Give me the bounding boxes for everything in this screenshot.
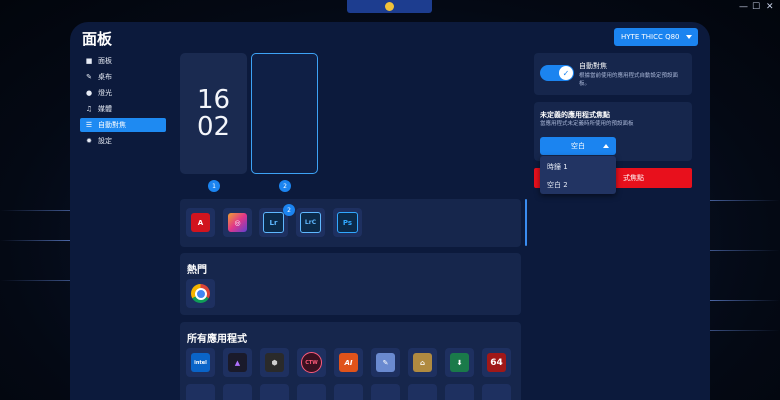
- app-tile-2[interactable]: ▲: [223, 348, 252, 377]
- app-tile-row2[interactable]: [371, 384, 400, 400]
- minimize-button[interactable]: —: [739, 2, 748, 12]
- undefined-focus-panel: 未定義的應用程式焦點 當應用程式未定義時所使用的預設面板 空白: [534, 102, 692, 161]
- acrobat-icon: A: [191, 213, 210, 232]
- screen-preview-2[interactable]: [251, 53, 318, 174]
- app-tile-row2[interactable]: [334, 384, 363, 400]
- triangle-app-icon: ▲: [228, 353, 247, 372]
- sidebar: ■ 面板 ✎ 桌布 ● 燈光 ♫ 媒體 ☰ 自動對焦 ✹ 設定: [80, 54, 166, 150]
- creative-cloud-icon: ◎: [228, 213, 247, 232]
- all-apps-panel: 所有應用程式 intel ▲ ⬢ CTW AI ✎ ⌂ ⬇ 64: [180, 322, 521, 400]
- all-apps-title: 所有應用程式: [187, 334, 247, 345]
- chevron-up-icon: [603, 144, 609, 148]
- page-title: 面板: [82, 30, 113, 48]
- clock-hour: 16: [196, 85, 231, 115]
- hexagon-app-icon: ⬢: [265, 353, 284, 372]
- dropdown-option-blank[interactable]: 空白 2: [547, 180, 568, 190]
- app-tile-photoshop[interactable]: Ps: [333, 208, 362, 237]
- app-tile-row2[interactable]: [260, 384, 289, 400]
- sliders-icon: ☰: [85, 121, 93, 129]
- intel-icon: intel: [191, 353, 210, 372]
- undefined-focus-title: 未定義的應用程式焦點: [540, 111, 610, 119]
- sidebar-item-panel[interactable]: ■ 面板: [80, 54, 166, 68]
- lightroom-icon: Lr: [263, 212, 284, 233]
- titlebar: — ☐ ✕: [0, 0, 780, 14]
- sidebar-item-settings[interactable]: ✹ 設定: [80, 134, 166, 148]
- screen-badge-2: 2: [279, 180, 291, 192]
- scrollbar[interactable]: [525, 199, 527, 246]
- maximize-button[interactable]: ☐: [752, 2, 760, 12]
- chevron-down-icon: [686, 35, 692, 39]
- aida64-icon: 64: [487, 353, 506, 372]
- sidebar-item-lighting[interactable]: ● 燈光: [80, 86, 166, 100]
- bulb-icon: ●: [85, 89, 93, 97]
- sidebar-item-label: 燈光: [98, 89, 112, 97]
- app-tile-ctw[interactable]: CTW: [297, 348, 326, 377]
- sidebar-item-media[interactable]: ♫ 媒體: [80, 102, 166, 116]
- clock-minute: 02: [196, 112, 231, 142]
- device-select[interactable]: HYTE THICC Q80: [614, 28, 698, 46]
- app-tile-row2[interactable]: [445, 384, 474, 400]
- brush-icon: ✎: [86, 73, 92, 81]
- sidebar-item-label: 自動對焦: [98, 121, 126, 129]
- edit-app-icon: ✎: [376, 353, 395, 372]
- popular-apps-panel: 熱門: [180, 253, 521, 315]
- screen-badge-1: 1: [208, 180, 220, 192]
- app-tile-row2[interactable]: [186, 384, 215, 400]
- sidebar-item-label: 媒體: [98, 105, 112, 113]
- music-icon: ♫: [85, 105, 93, 113]
- app-tile-9[interactable]: 64: [482, 348, 511, 377]
- autofocus-title: 自動對焦: [579, 62, 607, 70]
- reset-focus-label: 式焦點: [623, 174, 644, 182]
- default-panel-select-value: 空白: [571, 142, 585, 150]
- autofocus-panel: ✓ 自動對焦 根據當前使用的應用程式自動設定預設面板。: [534, 53, 692, 95]
- photoshop-icon: Ps: [337, 212, 358, 233]
- lightroom-classic-icon: LrC: [300, 212, 321, 233]
- default-panel-dropdown: 時鐘 1 空白 2: [540, 156, 616, 194]
- check-icon: ✓: [559, 66, 573, 80]
- gear-icon: ✹: [86, 137, 92, 145]
- app-tile-chrome[interactable]: [186, 279, 215, 308]
- app-tile-acrobat[interactable]: A: [186, 208, 215, 237]
- app-tile-row2[interactable]: [408, 384, 437, 400]
- app-tile-3[interactable]: ⬢: [260, 348, 289, 377]
- dropdown-option-clock[interactable]: 時鐘 1: [547, 162, 568, 172]
- download-app-icon: ⬇: [450, 353, 469, 372]
- sidebar-item-autofocus[interactable]: ☰ 自動對焦: [80, 118, 166, 132]
- app-tile-5[interactable]: AI: [334, 348, 363, 377]
- home-app-icon: ⌂: [413, 353, 432, 372]
- ctw-icon: CTW: [301, 352, 322, 373]
- app-window: 面板 HYTE THICC Q80 ■ 面板 ✎ 桌布 ● 燈光 ♫ 媒體 ☰ …: [70, 22, 710, 400]
- popular-title: 熱門: [187, 265, 207, 276]
- titlebar-tab[interactable]: [347, 0, 432, 13]
- square-icon: ■: [85, 57, 93, 65]
- hyte-logo-icon: [385, 2, 394, 11]
- close-button[interactable]: ✕: [766, 2, 774, 12]
- sidebar-item-label: 設定: [98, 137, 112, 145]
- sidebar-item-wallpaper[interactable]: ✎ 桌布: [80, 70, 166, 84]
- sidebar-item-label: 桌布: [98, 73, 112, 81]
- chrome-icon: [191, 284, 210, 303]
- app-tile-creative-cloud[interactable]: ◎: [223, 208, 252, 237]
- pinned-apps-panel: A ◎ Lr LrC Ps: [180, 199, 521, 247]
- app-tile-lightroom-classic[interactable]: LrC: [296, 208, 325, 237]
- app-tile-intel[interactable]: intel: [186, 348, 215, 377]
- autofocus-toggle[interactable]: ✓: [540, 65, 574, 81]
- app-tile-8[interactable]: ⬇: [445, 348, 474, 377]
- default-panel-select[interactable]: 空白: [540, 137, 616, 155]
- app-tile-row2[interactable]: [297, 384, 326, 400]
- app-tile-row2[interactable]: [223, 384, 252, 400]
- device-select-label: HYTE THICC Q80: [621, 33, 680, 41]
- screen-preview-1[interactable]: 16 02: [180, 53, 247, 174]
- app-tile-7[interactable]: ⌂: [408, 348, 437, 377]
- undefined-focus-desc: 當應用程式未定義時所使用的預設面板: [540, 121, 634, 127]
- app-tile-6[interactable]: ✎: [371, 348, 400, 377]
- chrome-center: [194, 287, 207, 300]
- sidebar-item-label: 面板: [98, 57, 112, 65]
- ai-app-icon: AI: [339, 353, 358, 372]
- autofocus-desc: 根據當前使用的應用程式自動設定預設面板。: [579, 73, 679, 87]
- app-tile-row2[interactable]: [482, 384, 511, 400]
- pinned-count-badge: 2: [283, 204, 295, 216]
